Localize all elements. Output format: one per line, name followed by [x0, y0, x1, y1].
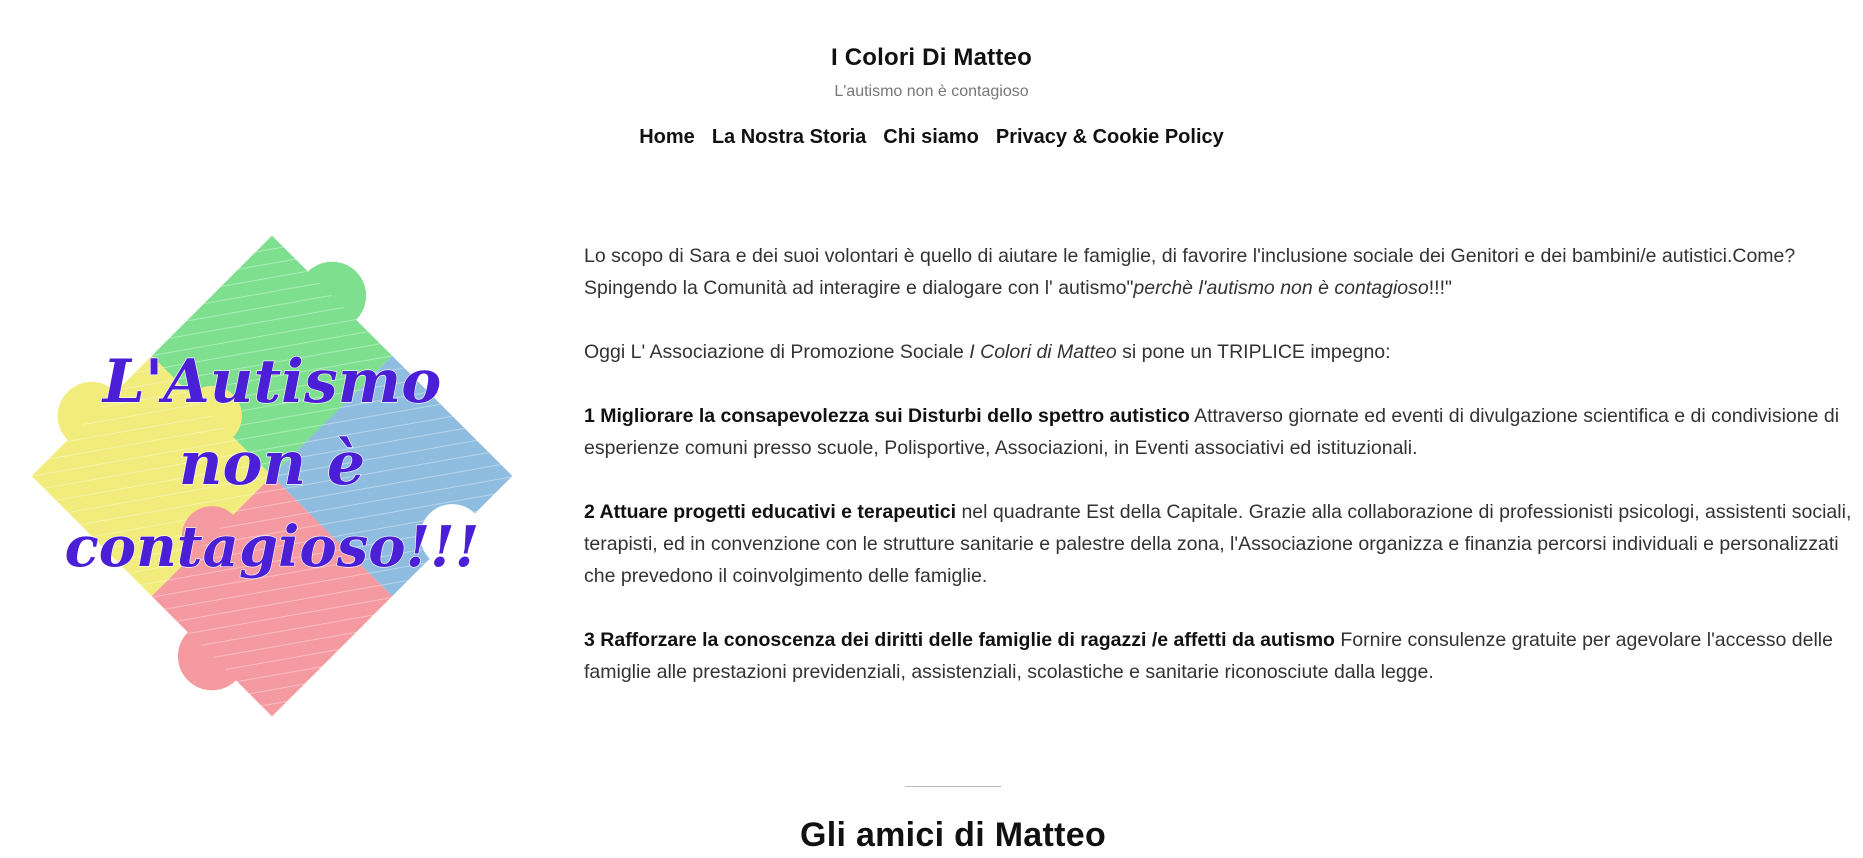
commitment-paragraph: Oggi L' Associazione di Promozione Socia… — [584, 336, 1854, 368]
association-name: I Colori di Matteo — [969, 341, 1117, 363]
commitment-ending: si pone un TRIPLICE impegno: — [1116, 341, 1391, 363]
section-divider — [905, 786, 1001, 787]
main-content: Lo scopo di Sara e dei suoi volontari è … — [584, 240, 1854, 720]
nav-privacy-cookie-policy[interactable]: Privacy & Cookie Policy — [996, 126, 1224, 149]
site-title[interactable]: I Colori Di Matteo — [0, 44, 1863, 72]
puzzle-pieces-image: L'Autismo non è contagioso!!! — [18, 222, 526, 730]
site-tagline: L'autismo non è contagioso — [834, 83, 1029, 100]
nav-chi-siamo[interactable]: Chi siamo — [883, 126, 979, 149]
intro-ending: !!!" — [1428, 277, 1452, 299]
main-navigation: Home La Nostra Storia Chi siamo Privacy … — [0, 126, 1863, 149]
hero-text-line-2: non è — [179, 429, 365, 499]
intro-emphasis: perchè l'autismo non è contagioso — [1133, 277, 1429, 299]
point-3-paragraph: 3 Rafforzare la conoscenza dei diritti d… — [584, 624, 1854, 688]
puzzle-illustration: L'Autismo non è contagioso!!! — [31, 235, 513, 717]
nav-home[interactable]: Home — [639, 126, 695, 149]
commitment-text: Oggi L' Associazione di Promozione Socia… — [584, 341, 970, 363]
point-3-title: 3 Rafforzare la conoscenza dei diritti d… — [584, 629, 1335, 651]
point-2-title: 2 Attuare progetti educativi e terapeuti… — [584, 501, 957, 523]
point-2-paragraph: 2 Attuare progetti educativi e terapeuti… — [584, 496, 1854, 592]
hero-text-line-3: contagioso!!! — [65, 514, 480, 580]
section-title: Gli amici di Matteo — [799, 816, 1107, 854]
nav-la-nostra-storia[interactable]: La Nostra Storia — [712, 126, 866, 149]
intro-paragraph: Lo scopo di Sara e dei suoi volontari è … — [584, 240, 1854, 304]
point-1-paragraph: 1 Migliorare la consapevolezza sui Distu… — [584, 400, 1854, 464]
hero-text-line-1: L'Autismo — [101, 347, 442, 417]
point-1-title: 1 Migliorare la consapevolezza sui Distu… — [584, 405, 1190, 427]
